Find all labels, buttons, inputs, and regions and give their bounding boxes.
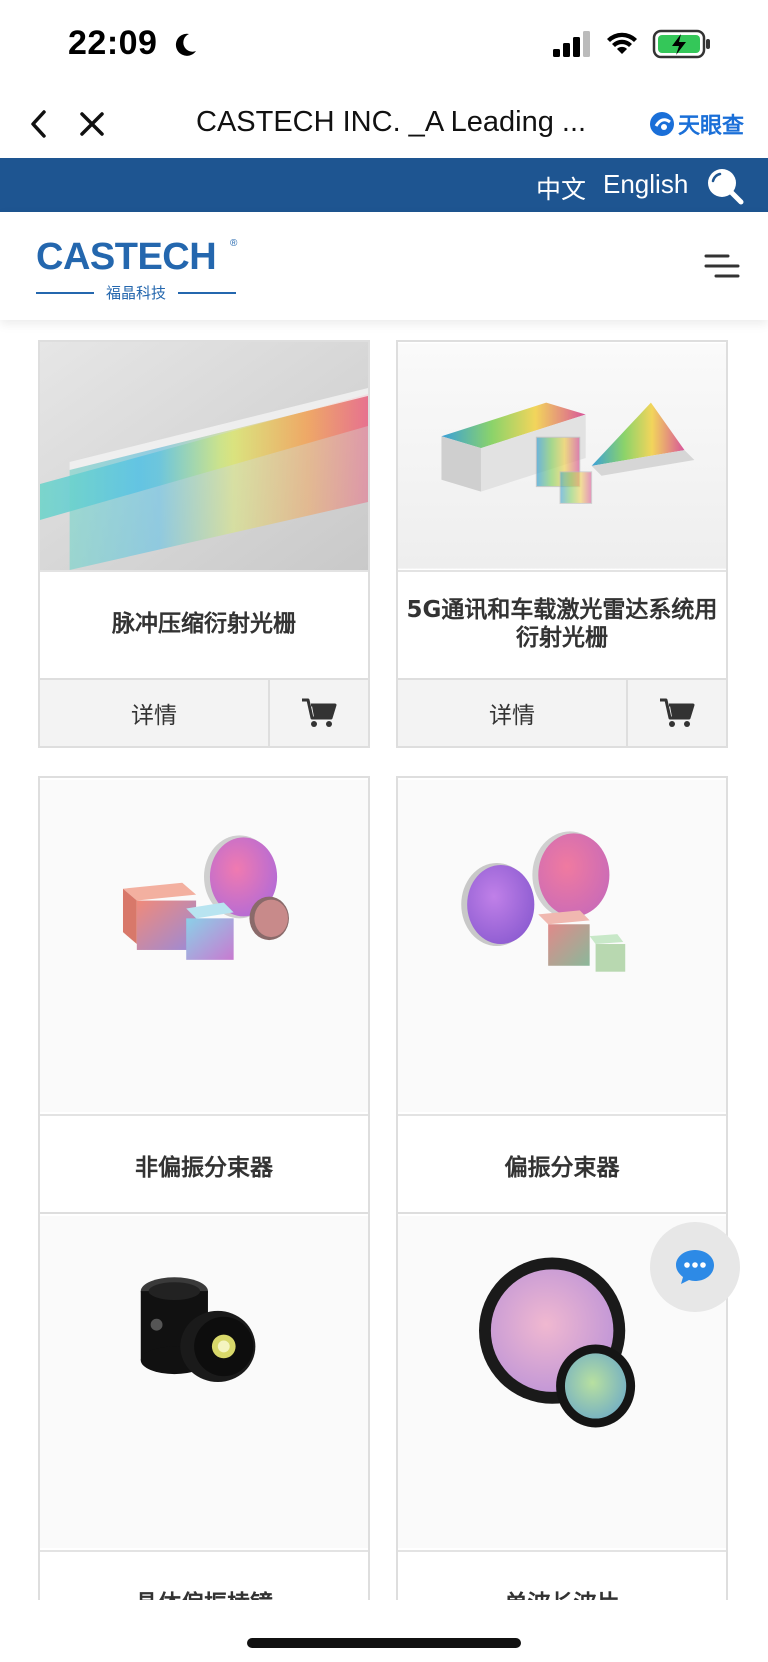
hamburger-menu-icon[interactable]: [702, 246, 742, 286]
product-title: 晶体偏振棱镜: [40, 1550, 368, 1600]
home-indicator-bar: [0, 1600, 768, 1662]
back-arrow-icon[interactable]: [18, 102, 62, 146]
product-title: 偏振分束器: [398, 1114, 726, 1222]
page-title: CASTECH INC. _A Leading ...: [196, 106, 587, 138]
non-polarizing-beamsplitter-icon[interactable]: [40, 778, 368, 1114]
product-title: 非偏振分束器: [40, 1114, 368, 1222]
product-card[interactable]: 5G通讯和车载激光雷达系统用衍射光栅 详情: [396, 340, 728, 748]
language-english-link[interactable]: English: [603, 169, 688, 200]
product-title: 脉冲压缩衍射光栅: [40, 570, 368, 678]
logo-registered-mark: ®: [230, 238, 238, 249]
diffraction-grating-plates-icon[interactable]: [40, 342, 368, 570]
cellular-signal-icon: [553, 31, 590, 57]
language-bar: 中文 English: [0, 158, 768, 212]
chat-bubble-icon: [676, 1250, 714, 1284]
language-chinese-link[interactable]: 中文: [536, 170, 586, 206]
status-time: 22:09: [68, 24, 158, 62]
home-indicator[interactable]: [247, 1638, 521, 1648]
add-to-cart-button[interactable]: [270, 680, 368, 746]
product-card[interactable]: 晶体偏振棱镜 详情: [38, 1212, 370, 1600]
logo-wordmark: CASTECH: [36, 236, 217, 278]
polarizing-beamsplitter-icon[interactable]: [398, 778, 726, 1114]
status-bar: 22:09: [0, 0, 768, 90]
product-actions: 详情: [40, 678, 368, 746]
wifi-icon: [607, 32, 637, 54]
site-header: CASTECH ® 福晶科技: [0, 212, 768, 320]
logo-divider-right: [178, 292, 236, 294]
product-card[interactable]: 脉冲压缩衍射光栅 详情: [38, 340, 370, 748]
battery-charging-icon: [652, 29, 710, 59]
tianyancha-badge[interactable]: 天眼查: [648, 106, 744, 142]
search-icon[interactable]: [704, 165, 744, 205]
crystal-polarizer-mount-icon[interactable]: [40, 1214, 368, 1550]
browser-nav-bar: CASTECH INC. _A Leading ... 天眼查: [0, 90, 768, 158]
tianyancha-logo-icon: [650, 112, 674, 136]
close-icon[interactable]: [70, 102, 114, 146]
moon-icon: [175, 33, 196, 56]
product-actions: 详情: [398, 678, 726, 746]
prism-gratings-icon[interactable]: [398, 342, 726, 570]
cart-icon: [302, 698, 337, 727]
detail-button[interactable]: 详情: [398, 680, 628, 746]
detail-button[interactable]: 详情: [40, 680, 270, 746]
product-grid: 脉冲压缩衍射光栅 详情 5G通讯和车载激光雷达系统用衍射光栅 详情 非偏振分束器…: [0, 320, 768, 1600]
add-to-cart-button[interactable]: [628, 680, 726, 746]
chat-button[interactable]: [650, 1222, 740, 1312]
cart-icon: [660, 698, 695, 727]
product-title: 单波长波片: [398, 1550, 726, 1600]
castech-logo[interactable]: CASTECH ® 福晶科技: [36, 236, 246, 306]
tianyancha-label: 天眼查: [678, 114, 745, 139]
product-title: 5G通讯和车载激光雷达系统用衍射光栅: [398, 570, 726, 678]
